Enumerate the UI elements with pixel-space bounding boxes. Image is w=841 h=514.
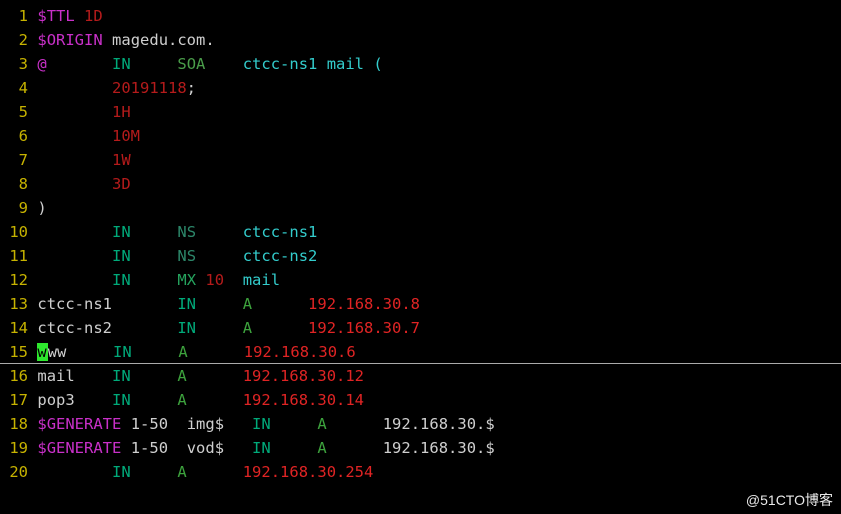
line-15-current: 15 www IN A 192.168.30.6: [0, 341, 841, 364]
ip-address: 192.168.30.254: [243, 463, 374, 481]
ns-host: ctcc-ns1: [243, 223, 318, 241]
type-ns: NS: [177, 223, 196, 241]
ip-address: 192.168.30.6: [244, 343, 356, 361]
line-3: 3 @ IN SOA ctcc-ns1 mail (: [0, 55, 383, 73]
line-5: 5 1H: [0, 103, 131, 121]
ns-host: ctcc-ns2: [243, 247, 318, 265]
ip-address: 192.168.30.8: [308, 295, 420, 313]
record-name: ww: [48, 343, 67, 361]
line-12: 12 IN MX 10 mail: [0, 271, 280, 289]
record-name: pop3: [37, 391, 74, 409]
soa-refresh: 1H: [112, 103, 131, 121]
zone-file-editor[interactable]: 1 $TTL 1D 2 $ORIGIN magedu.com. 3 @ IN S…: [0, 0, 841, 484]
ip-address: 192.168.30.12: [243, 367, 364, 385]
line-14: 14 ctcc-ns2 IN A 192.168.30.7: [0, 319, 420, 337]
soa-serial: 20191118: [112, 79, 187, 97]
ttl-directive: $TTL: [37, 7, 74, 25]
generate-lhs: img$: [187, 415, 224, 433]
line-number: [0, 7, 19, 25]
line-6: 6 10M: [0, 127, 140, 145]
origin-domain: magedu.com.: [112, 31, 215, 49]
cursor-icon: w: [37, 343, 47, 361]
ip-address: 192.168.30.7: [308, 319, 420, 337]
soa-close: ): [37, 199, 46, 217]
origin-directive: $ORIGIN: [37, 31, 102, 49]
generate-range: 1-50: [131, 415, 168, 433]
soa-rdata: ctcc-ns1 mail (: [243, 55, 383, 73]
ip-address: 192.168.30.14: [243, 391, 364, 409]
line-7: 7 1W: [0, 151, 131, 169]
line-2: 2 $ORIGIN magedu.com.: [0, 31, 215, 49]
type-a: A: [243, 295, 252, 313]
line-20: 20 IN A 192.168.30.254: [0, 463, 373, 481]
soa-expire: 1W: [112, 151, 131, 169]
ttl-value: 1D: [84, 7, 103, 25]
line-9: 9 ): [0, 199, 47, 217]
mx-priority: 10: [205, 271, 224, 289]
type-soa: SOA: [177, 55, 205, 73]
line-19: 19 $GENERATE 1-50 vod$ IN A 192.168.30.$: [0, 439, 495, 457]
soa-min: 3D: [112, 175, 131, 193]
record-name: ctcc-ns2: [37, 319, 112, 337]
generate-lhs: vod$: [187, 439, 224, 457]
line-16: 16 mail IN A 192.168.30.12: [0, 367, 364, 385]
record-name: ctcc-ns1: [37, 295, 112, 313]
class-in: IN: [112, 55, 131, 73]
line-1: 1 $TTL 1D: [0, 7, 103, 25]
line-13: 13 ctcc-ns1 IN A 192.168.30.8: [0, 295, 420, 313]
line-4: 4 20191118;: [0, 79, 196, 97]
record-name: mail: [37, 367, 74, 385]
mx-host: mail: [243, 271, 280, 289]
line-18: 18 $GENERATE 1-50 img$ IN A 192.168.30.$: [0, 415, 495, 433]
generate-rhs: 192.168.30.$: [383, 415, 495, 433]
watermark-label: @51CTO博客: [746, 490, 833, 510]
generate-directive: $GENERATE: [37, 415, 121, 433]
line-11: 11 IN NS ctcc-ns2: [0, 247, 317, 265]
line-17: 17 pop3 IN A 192.168.30.14: [0, 391, 364, 409]
soa-retry: 10M: [112, 127, 140, 145]
line-10: 10 IN NS ctcc-ns1: [0, 223, 317, 241]
at-sign: @: [37, 55, 46, 73]
type-mx: MX: [177, 271, 196, 289]
line-8: 8 3D: [0, 175, 131, 193]
